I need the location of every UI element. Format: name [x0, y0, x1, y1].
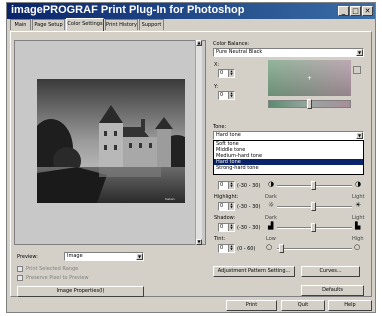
sun-light-icon: ☀ [355, 201, 362, 209]
tone-dropdown-list[interactable]: Soft tone Middle tone Medium-hard tone H… [213, 140, 364, 175]
chevron-down-icon: ▼ [356, 132, 363, 139]
tab-main[interactable]: Main [10, 19, 31, 30]
tone-option-strong-hard[interactable]: Strong-hard tone [214, 165, 363, 171]
preview-label: Preview: [17, 254, 38, 260]
highlight-light-label: Light [352, 194, 365, 200]
tab-color-settings[interactable]: Color Settings [66, 18, 104, 31]
brightness-spinner[interactable]: 0 ▲ ▼ [218, 181, 235, 190]
crosshair-icon: + [307, 75, 313, 82]
shadow-light-label: Light [352, 215, 365, 221]
tint-range: (0 - 60) [237, 246, 256, 252]
tab-page-setup[interactable]: Page Setup [32, 19, 65, 30]
preview-select[interactable]: Image ▼ [64, 252, 144, 261]
tab-support[interactable]: Support [139, 19, 164, 30]
preview-scrollbar[interactable]: ▲ ▼ [195, 40, 202, 245]
tint-track[interactable] [277, 248, 352, 250]
shadow-dark-label: Dark [265, 215, 277, 221]
window-title: imagePROGRAF Print Plug-In for Photoshop [11, 4, 245, 16]
highlight-spinner[interactable]: 0 ▲ ▼ [218, 202, 235, 211]
tint-high-icon: ○ [354, 243, 361, 251]
spin-arrows-icon[interactable]: ▲ ▼ [228, 182, 234, 189]
print-button[interactable]: Print [226, 300, 277, 311]
image-properties-button[interactable]: Image Properties(I) [17, 286, 144, 297]
brightness-light-icon: ◑ [355, 180, 362, 188]
x-spinner[interactable]: 0 ▲ ▼ [218, 69, 235, 78]
spin-arrows-icon[interactable]: ▲ ▼ [228, 70, 234, 77]
tone-label: Tone: [213, 124, 227, 130]
highlight-label: Highlight: [214, 194, 239, 200]
shadow-light-icon: ▙ [355, 222, 361, 230]
tint-value: 0 [220, 245, 224, 251]
preserve-pixel-label: Preserve Pixel to Preview [26, 275, 89, 281]
chevron-down-icon: ▼ [356, 49, 363, 56]
color-balance-pad[interactable]: + [268, 60, 351, 96]
hue-slider[interactable] [268, 99, 351, 109]
spin-arrows-icon[interactable]: ▲ ▼ [228, 245, 234, 252]
x-value: 0 [220, 70, 224, 76]
maximize-button[interactable]: □ [350, 6, 361, 16]
print-selected-range-label: Print Selected Range [26, 266, 79, 272]
shadow-spinner[interactable]: 0 ▲ ▼ [218, 223, 235, 232]
adjustment-pattern-button[interactable]: Adjustment Pattern Setting... [213, 266, 295, 277]
preview-select-value: Image [67, 253, 83, 259]
tone-select[interactable]: Hard tone ▼ [213, 131, 364, 140]
shadow-value: 0 [220, 224, 224, 230]
chevron-down-icon: ▼ [136, 253, 143, 260]
minimize-button[interactable]: _ [338, 6, 349, 16]
highlight-value: 0 [220, 203, 224, 209]
tint-high-label: High [352, 236, 364, 242]
preview-image: Canon [37, 79, 185, 203]
quit-button[interactable]: Quit [281, 300, 325, 311]
brightness-thumb[interactable] [311, 181, 316, 190]
y-spinner[interactable]: 0 ▲ ▼ [218, 91, 235, 100]
tint-spinner[interactable]: 0 ▲ ▼ [218, 244, 235, 253]
sun-dark-icon: ☼ [268, 201, 275, 209]
tab-print-history[interactable]: Print History [105, 19, 138, 30]
highlight-range: (-30 - 30) [237, 204, 261, 210]
brightness-range: (-30 - 30) [237, 183, 261, 189]
hue-slider-thumb[interactable] [307, 99, 312, 109]
spin-arrows-icon[interactable]: ▲ ▼ [228, 203, 234, 210]
shadow-range: (-30 - 30) [237, 225, 261, 231]
scroll-down-arrow[interactable]: ▼ [196, 239, 202, 245]
y-label: Y: [214, 84, 219, 90]
color-balance-select[interactable]: Pure Neutral Black ▼ [213, 48, 364, 57]
shadow-thumb[interactable] [311, 223, 316, 232]
shadow-dark-icon: ▟ [268, 222, 274, 230]
tone-select-value: Hard tone [216, 132, 241, 138]
tint-label: Tint: [214, 236, 226, 242]
chateau-photo [37, 79, 185, 203]
scroll-up-arrow[interactable]: ▲ [196, 40, 202, 46]
highlight-dark-label: Dark [265, 194, 277, 200]
photo-watermark: Canon [165, 197, 175, 201]
shadow-label: Shadow: [214, 215, 236, 221]
spin-arrows-icon[interactable]: ▲ ▼ [228, 224, 234, 231]
close-button[interactable]: ✕ [362, 6, 373, 16]
x-label: X: [214, 62, 220, 68]
color-balance-value: Pure Neutral Black [216, 49, 263, 55]
spin-arrows-icon[interactable]: ▲ ▼ [228, 92, 234, 99]
brightness-dark-icon: ◑ [268, 180, 275, 188]
preserve-pixel-checkbox[interactable] [17, 275, 23, 281]
tint-low-label: Low [266, 236, 276, 242]
y-value: 0 [220, 92, 224, 98]
curves-button[interactable]: Curves... [301, 266, 360, 277]
title-bar: imagePROGRAF Print Plug-In for Photoshop… [7, 3, 375, 19]
tint-thumb[interactable] [279, 244, 284, 253]
brightness-value: 0 [220, 182, 224, 188]
defaults-button[interactable]: Defaults [301, 285, 364, 296]
print-selected-range-checkbox[interactable] [17, 266, 23, 272]
help-button[interactable]: Help [328, 300, 372, 311]
color-balance-label: Color Balance: [213, 41, 250, 47]
tint-low-icon: ○ [266, 243, 273, 251]
color-pad-reset-icon[interactable] [353, 66, 361, 74]
highlight-thumb[interactable] [311, 202, 316, 211]
